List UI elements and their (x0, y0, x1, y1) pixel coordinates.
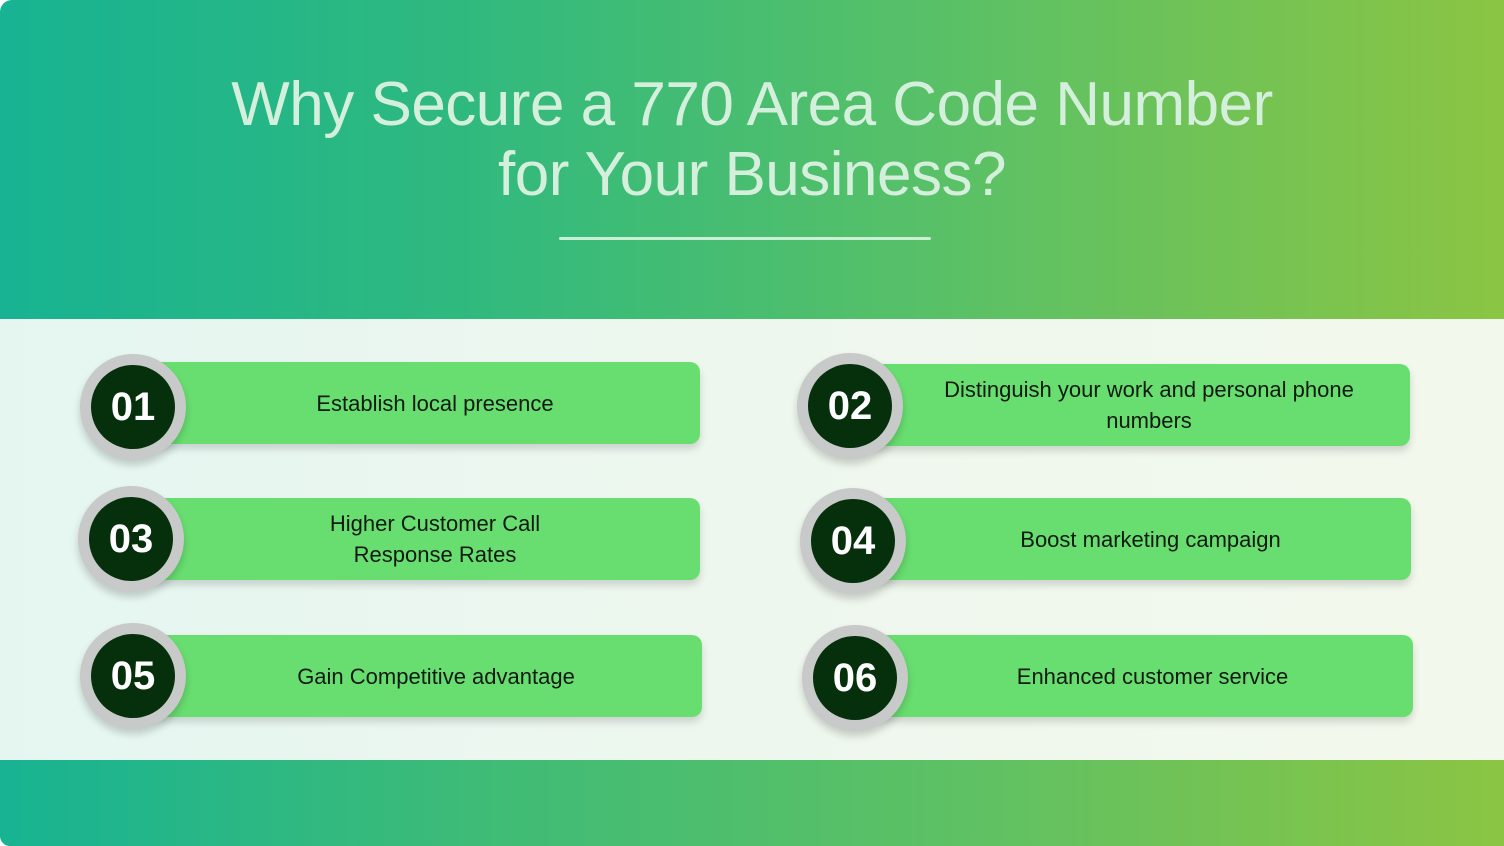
title-line-2: for Your Business? (497, 140, 1007, 209)
header-banner: Why Secure a 770 Area Code Number for Yo… (0, 0, 1504, 319)
benefit-card-06: Enhanced customer service (872, 635, 1413, 717)
benefit-card-03: Higher Customer Call Response Rates (150, 498, 700, 580)
benefit-text: Gain Competitive advantage (297, 663, 575, 689)
number-badge-03: 03 (78, 486, 184, 592)
benefit-card-04: Boost marketing campaign (870, 498, 1411, 580)
benefit-card-05: Gain Competitive advantage (150, 635, 702, 717)
benefit-text: Establish local presence (316, 390, 554, 416)
number-badge-06: 06 (802, 625, 908, 731)
benefit-text: Distinguish your work and personal phone… (944, 377, 1354, 433)
benefit-card-01: Establish local presence (150, 362, 700, 444)
content-area: Establish local presence 01 Distinguish … (0, 319, 1504, 760)
benefit-text: Higher Customer Call Response Rates (329, 511, 541, 567)
badge-number: 05 (91, 634, 175, 718)
page-title: Why Secure a 770 Area Code Number for Yo… (0, 70, 1504, 210)
benefit-text: Enhanced customer service (1016, 663, 1289, 689)
badge-number: 02 (808, 364, 892, 448)
number-badge-04: 04 (800, 488, 906, 594)
footer-banner (0, 760, 1504, 846)
title-divider (559, 237, 931, 240)
benefit-text: Boost marketing campaign (1020, 526, 1281, 552)
badge-number: 01 (91, 365, 175, 449)
number-badge-02: 02 (797, 353, 903, 459)
badge-number: 03 (89, 497, 173, 581)
infographic: Why Secure a 770 Area Code Number for Yo… (0, 0, 1504, 846)
badge-number: 04 (811, 499, 895, 583)
number-badge-05: 05 (80, 623, 186, 729)
badge-number: 06 (813, 636, 897, 720)
title-line-1: Why Secure a 770 Area Code Number (231, 70, 1273, 139)
number-badge-01: 01 (80, 354, 186, 460)
benefit-card-02: Distinguish your work and personal phone… (868, 364, 1410, 446)
